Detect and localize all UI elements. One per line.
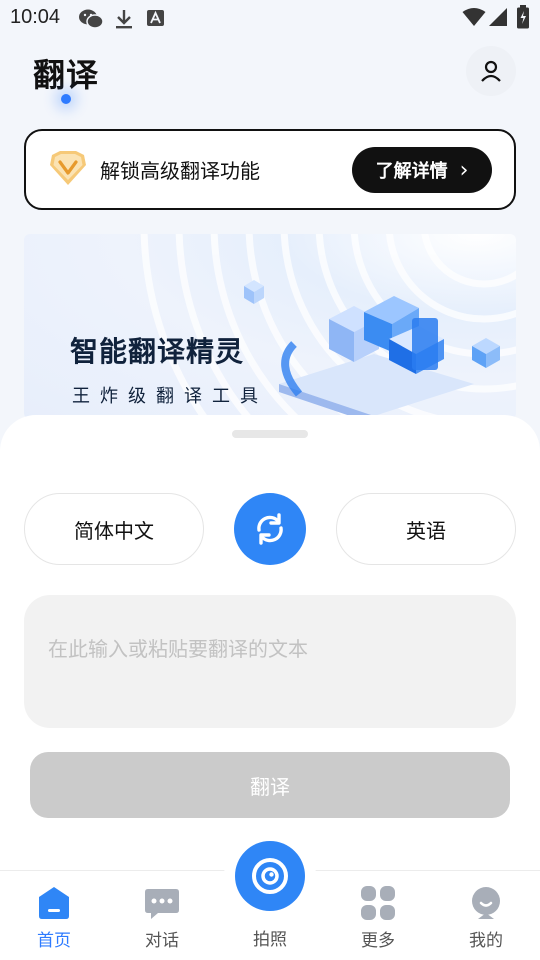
nav-label-more: 更多 — [361, 931, 395, 951]
translate-button-label: 翻译 — [250, 774, 290, 799]
promo-banner[interactable]: 智能翻译精灵 王炸级翻译工具 — [24, 234, 516, 419]
nav-label-profile: 我的 — [469, 931, 503, 951]
nav-item-chat[interactable]: 对话 — [108, 871, 216, 960]
battery-icon — [517, 5, 529, 29]
wifi-icon — [462, 8, 486, 26]
download-icon — [116, 10, 132, 29]
vip-badge-icon — [50, 151, 86, 185]
premium-promo-card[interactable]: 解锁高级翻译功能 了解详情 › — [24, 129, 516, 210]
drag-handle[interactable] — [232, 430, 308, 438]
nav-label-camera: 拍照 — [253, 930, 287, 950]
nav-item-profile[interactable]: 我的 — [432, 871, 540, 960]
profile-button[interactable] — [466, 46, 516, 96]
wechat-icon — [79, 9, 104, 29]
camera-icon — [252, 858, 288, 894]
translate-button[interactable]: 翻译 — [30, 752, 510, 818]
swap-languages-button[interactable] — [234, 493, 306, 565]
source-language-selector[interactable]: 简体中文 — [24, 493, 204, 565]
title-indicator-dot — [61, 94, 71, 104]
home-icon — [39, 887, 69, 919]
chat-icon — [145, 889, 179, 919]
nav-item-more[interactable]: 更多 — [324, 871, 432, 960]
target-language-selector[interactable]: 英语 — [336, 493, 516, 565]
status-time: 10:04 — [10, 6, 61, 28]
swap-icon — [257, 513, 283, 545]
learn-more-label: 了解详情 — [375, 161, 448, 182]
learn-more-button[interactable]: 了解详情 › — [352, 147, 492, 193]
translator-sheet: 简体中文 英语 翻译 — [0, 415, 540, 875]
user-icon — [481, 60, 501, 82]
camera-button[interactable] — [235, 841, 305, 911]
user-face-icon — [472, 887, 500, 919]
banner-title: 智能翻译精灵 — [70, 335, 245, 368]
source-language-label: 简体中文 — [74, 518, 154, 543]
page-title: 翻译 — [33, 56, 100, 94]
nav-label-chat: 对话 — [145, 931, 179, 951]
target-language-label: 英语 — [406, 518, 446, 543]
banner-subtitle: 王炸级翻译工具 — [72, 386, 268, 407]
promo-text: 解锁高级翻译功能 — [100, 159, 260, 183]
chevron-right-icon: › — [459, 157, 469, 183]
nav-item-home[interactable]: 首页 — [0, 871, 108, 960]
translation-input[interactable] — [24, 595, 516, 728]
grid-icon — [361, 886, 395, 920]
status-bar: 10:04 — [0, 0, 540, 36]
signal-icon — [489, 8, 507, 26]
nav-label-home: 首页 — [37, 931, 71, 951]
font-app-icon — [147, 10, 164, 26]
